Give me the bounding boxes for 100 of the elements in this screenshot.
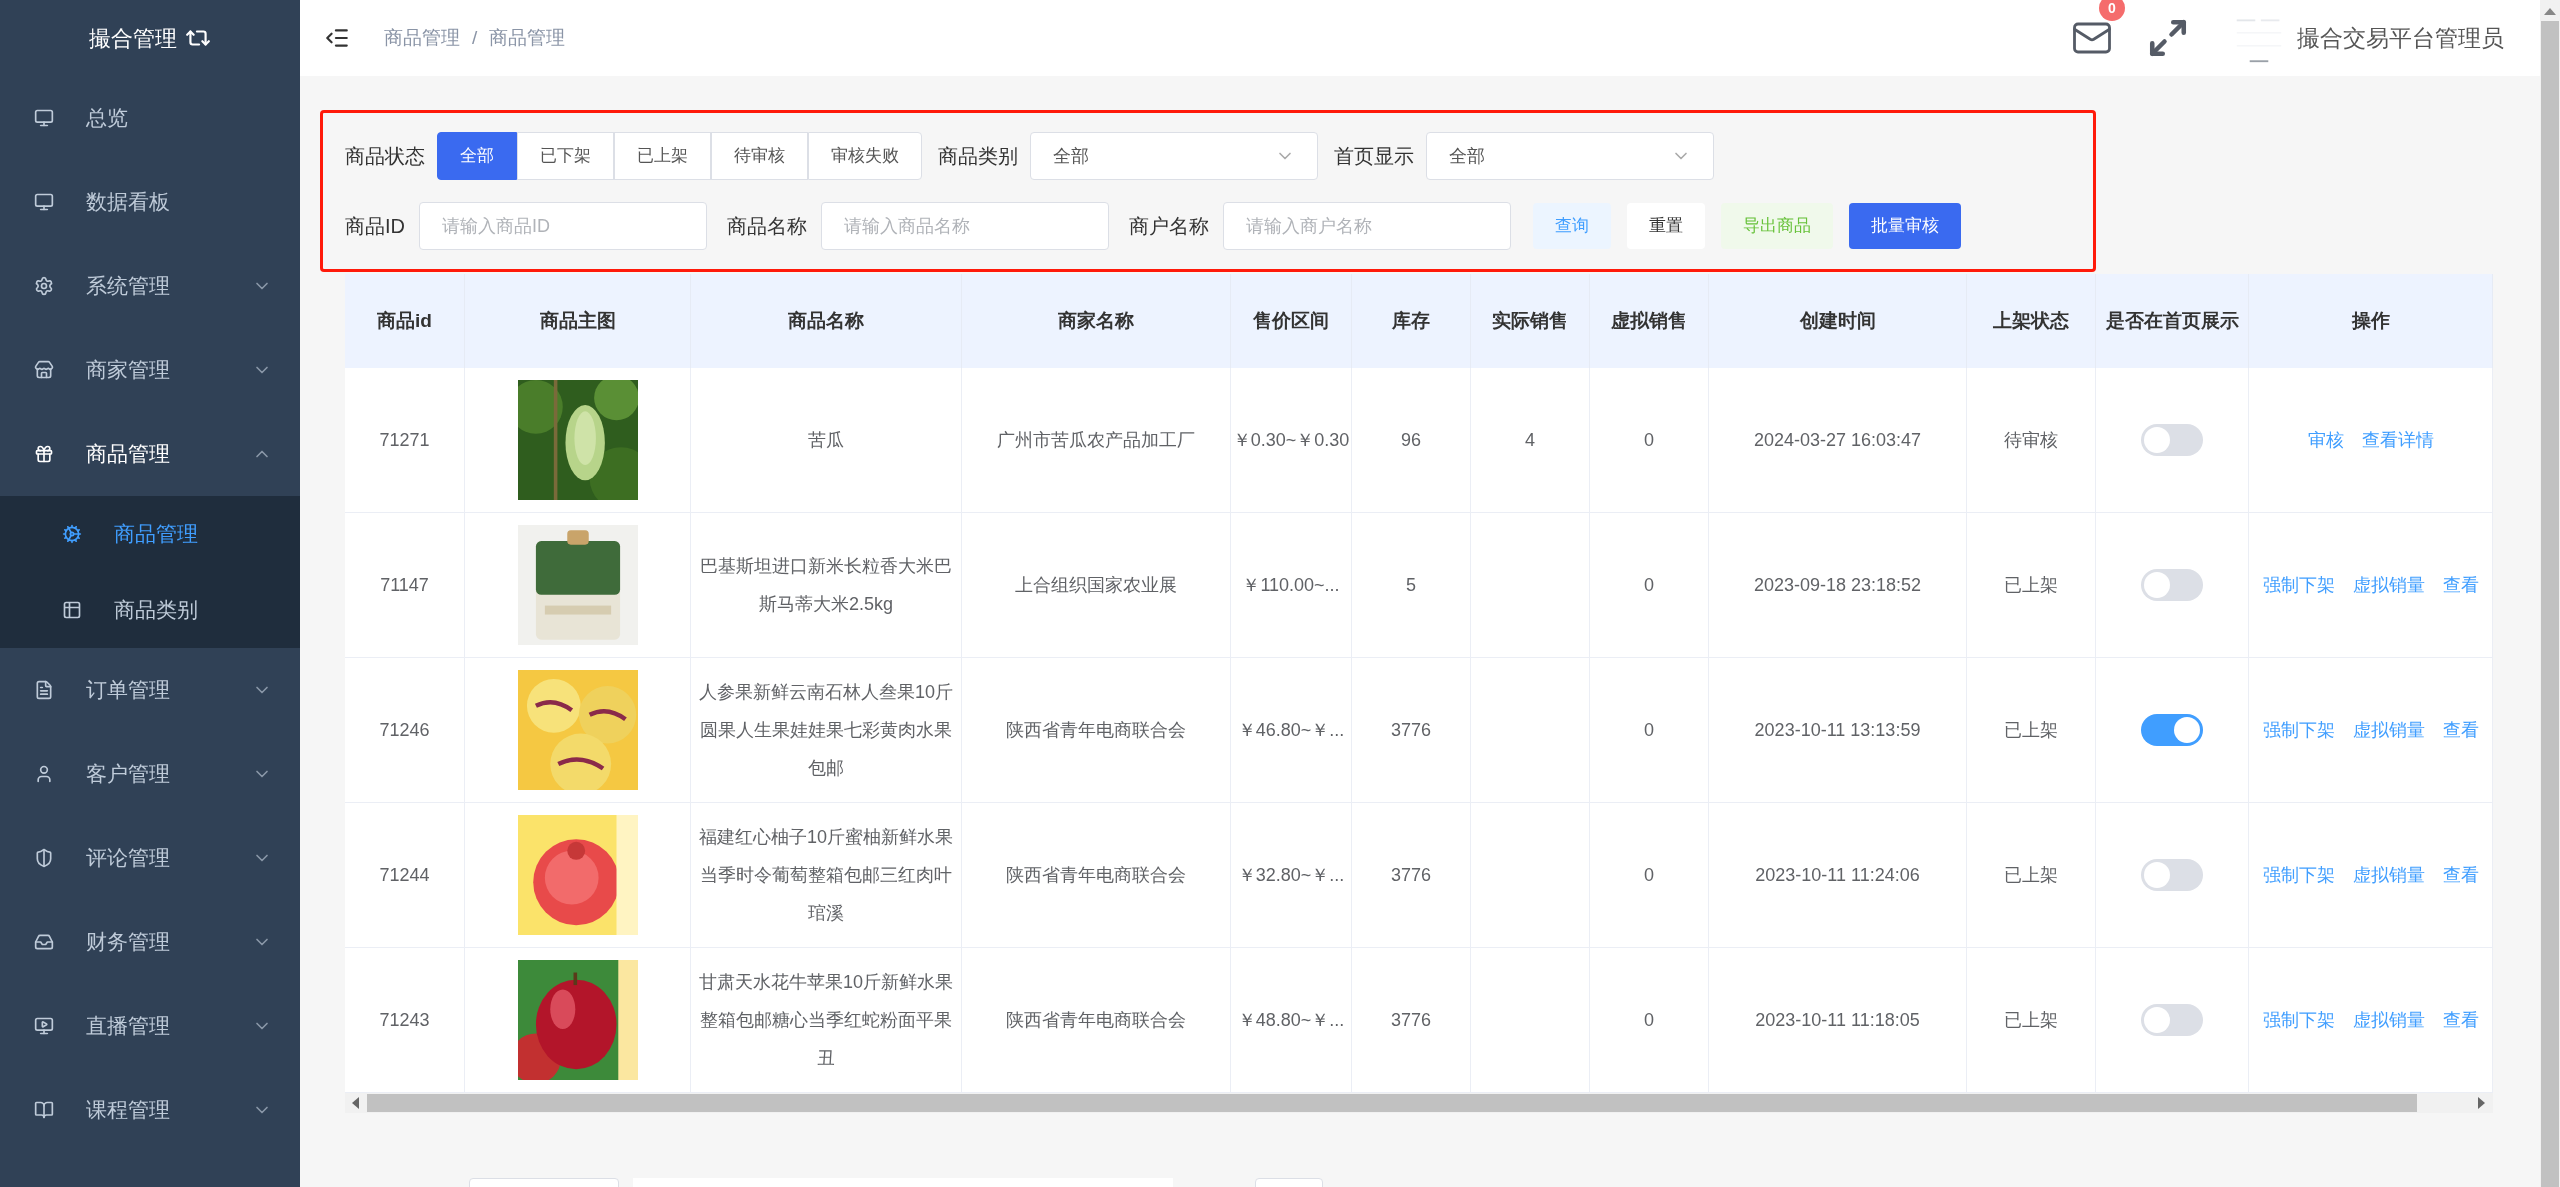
book-icon <box>34 1100 54 1120</box>
table-cell-text: 71243 <box>379 1009 430 1032</box>
menu-item[interactable]: 数据看板 <box>0 160 300 244</box>
toggle-switch[interactable] <box>2141 714 2203 746</box>
notification-badge: 0 <box>2099 0 2125 21</box>
status-tab[interactable]: 已下架 <box>517 132 614 180</box>
gear-icon <box>34 276 54 296</box>
table-cell-text: 陕西省青年电商联合会 <box>1006 719 1186 742</box>
column-header: 商品名称 <box>788 309 864 333</box>
table-cell-text: 待审核 <box>2004 429 2058 452</box>
action-link[interactable]: 强制下架 <box>2262 861 2335 889</box>
table-cell-text: 陕西省青年电商联合会 <box>1006 864 1186 887</box>
table-cell-text: 3776 <box>1390 1009 1431 1032</box>
action-button[interactable]: 批量审核 <box>1849 203 1961 249</box>
filter-label: 商品ID <box>345 214 405 239</box>
table-cell-text: 71271 <box>379 429 430 452</box>
menu-item[interactable]: 商品管理 <box>0 412 300 496</box>
table-cell-text: 2024-03-27 16:03:47 <box>1753 429 1922 452</box>
menu-item[interactable]: 直播管理 <box>0 984 300 1068</box>
text-field[interactable]: 请输入商品名称 <box>821 202 1109 250</box>
table-cell-text: 广州市苦瓜农产品加工厂 <box>997 429 1195 452</box>
filter-label: 商户名称 <box>1129 214 1209 239</box>
column-header: 实际销售 <box>1492 309 1568 333</box>
table-cell-text: 已上架 <box>2004 1009 2058 1032</box>
menu-item[interactable]: 商家管理 <box>0 328 300 412</box>
action-link[interactable]: 强制下架 <box>2262 716 2335 744</box>
status-tab[interactable]: 已上架 <box>614 132 711 180</box>
action-link[interactable]: 强制下架 <box>2262 571 2335 599</box>
menu-item[interactable]: 系统管理 <box>0 244 300 328</box>
fullscreen-icon[interactable] <box>2147 17 2189 59</box>
column-header: 操作 <box>2351 309 2390 333</box>
table-cell-text: 已上架 <box>2004 574 2058 597</box>
action-link[interactable]: 强制下架 <box>2262 1006 2335 1034</box>
dropdown-select[interactable]: 全部 <box>1426 132 1714 180</box>
status-tab[interactable]: 全部 <box>437 132 517 180</box>
action-link[interactable]: 虚拟销量 <box>2352 571 2425 599</box>
column-header: 创建时间 <box>1799 309 1876 333</box>
table-cell-text: ￥48.80~￥... <box>1237 1009 1345 1032</box>
breadcrumb-item[interactable]: 商品管理 <box>384 23 460 53</box>
action-link[interactable]: 虚拟销量 <box>2352 716 2425 744</box>
table-cell-text: 福建红心柚子10斤蜜柚新鲜水果当季时令葡萄整箱包邮三红肉叶琯溪 <box>698 826 954 925</box>
action-link[interactable]: 查看 <box>2442 571 2479 599</box>
menu-item[interactable]: 客户管理 <box>0 732 300 816</box>
vertical-scrollbar[interactable] <box>2540 0 2560 1187</box>
column-header: 售价区间 <box>1253 309 1329 333</box>
monitor-icon <box>34 108 54 128</box>
table-cell-text: 96 <box>1401 429 1421 452</box>
breadcrumb-item[interactable]: 商品管理 <box>489 23 566 53</box>
table-cell-text: 已上架 <box>2004 864 2058 887</box>
menu-item[interactable]: 总览 <box>0 76 300 160</box>
action-link[interactable]: 查看详情 <box>2361 426 2434 454</box>
toggle-switch[interactable] <box>2141 569 2203 601</box>
text-field[interactable]: 请输入商户名称 <box>1223 202 1511 250</box>
filter-label: 商品名称 <box>727 214 807 239</box>
action-link[interactable]: 查看 <box>2442 1006 2479 1034</box>
horizontal-scrollbar[interactable] <box>345 1093 2493 1113</box>
monitor-icon <box>34 192 54 212</box>
action-link[interactable]: 审核 <box>2307 426 2344 454</box>
filter-label: 首页显示 <box>1334 144 1414 169</box>
menu-item[interactable]: 评论管理 <box>0 816 300 900</box>
table-cell-text: 3776 <box>1390 864 1431 887</box>
table-cell-text: 陕西省青年电商联合会 <box>1006 1009 1186 1032</box>
column-header: 库存 <box>1392 309 1430 333</box>
gift-icon <box>34 444 54 464</box>
scroll-left-icon[interactable] <box>352 1097 359 1109</box>
status-tab[interactable]: 审核失败 <box>808 132 922 180</box>
table-cell-text: 2023-10-11 13:13:59 <box>1754 719 1921 742</box>
action-button[interactable]: 重置 <box>1627 203 1705 249</box>
menu-item[interactable]: 财务管理 <box>0 900 300 984</box>
filter-label: 商品状态 <box>345 144 425 169</box>
action-link[interactable]: 查看 <box>2442 861 2479 889</box>
action-link[interactable]: 虚拟销量 <box>2352 861 2425 889</box>
toggle-switch[interactable] <box>2141 424 2203 456</box>
table-cell-text: 4 <box>1525 429 1535 452</box>
toggle-switch[interactable] <box>2141 859 2203 891</box>
action-link[interactable]: 虚拟销量 <box>2352 1006 2425 1034</box>
table-cell-text: ￥0.30~￥0.30 <box>1232 429 1350 452</box>
table-cell-text: ￥110.00~... <box>1242 574 1340 597</box>
submenu-item[interactable]: 商品类别 <box>0 572 300 648</box>
menu-item[interactable]: 订单管理 <box>0 648 300 732</box>
filter-label: 商品类别 <box>938 144 1018 169</box>
table-cell-text: 71246 <box>379 719 430 742</box>
table-cell-text: ￥46.80~￥... <box>1237 719 1345 742</box>
column-header: 上架状态 <box>1993 309 2069 333</box>
user-name[interactable]: 撮合交易平台管理员 <box>2297 20 2504 56</box>
user-icon <box>34 764 54 784</box>
table-cell-text: 3776 <box>1390 719 1431 742</box>
action-link[interactable]: 查看 <box>2442 716 2479 744</box>
gear-icon <box>62 524 82 544</box>
status-tab[interactable]: 待审核 <box>711 132 808 180</box>
text-field[interactable]: 请输入商品ID <box>419 202 707 250</box>
menu-item[interactable]: 课程管理 <box>0 1068 300 1152</box>
table-cell-text: 已上架 <box>2004 719 2058 742</box>
column-header: 商品id <box>377 309 432 333</box>
dropdown-select[interactable]: 全部 <box>1030 132 1318 180</box>
table-icon <box>62 600 82 620</box>
action-button[interactable]: 查询 <box>1533 203 1611 249</box>
scroll-right-icon[interactable] <box>2478 1097 2485 1109</box>
submenu-item[interactable]: 商品管理 <box>0 496 300 572</box>
toggle-switch[interactable] <box>2141 1004 2203 1036</box>
